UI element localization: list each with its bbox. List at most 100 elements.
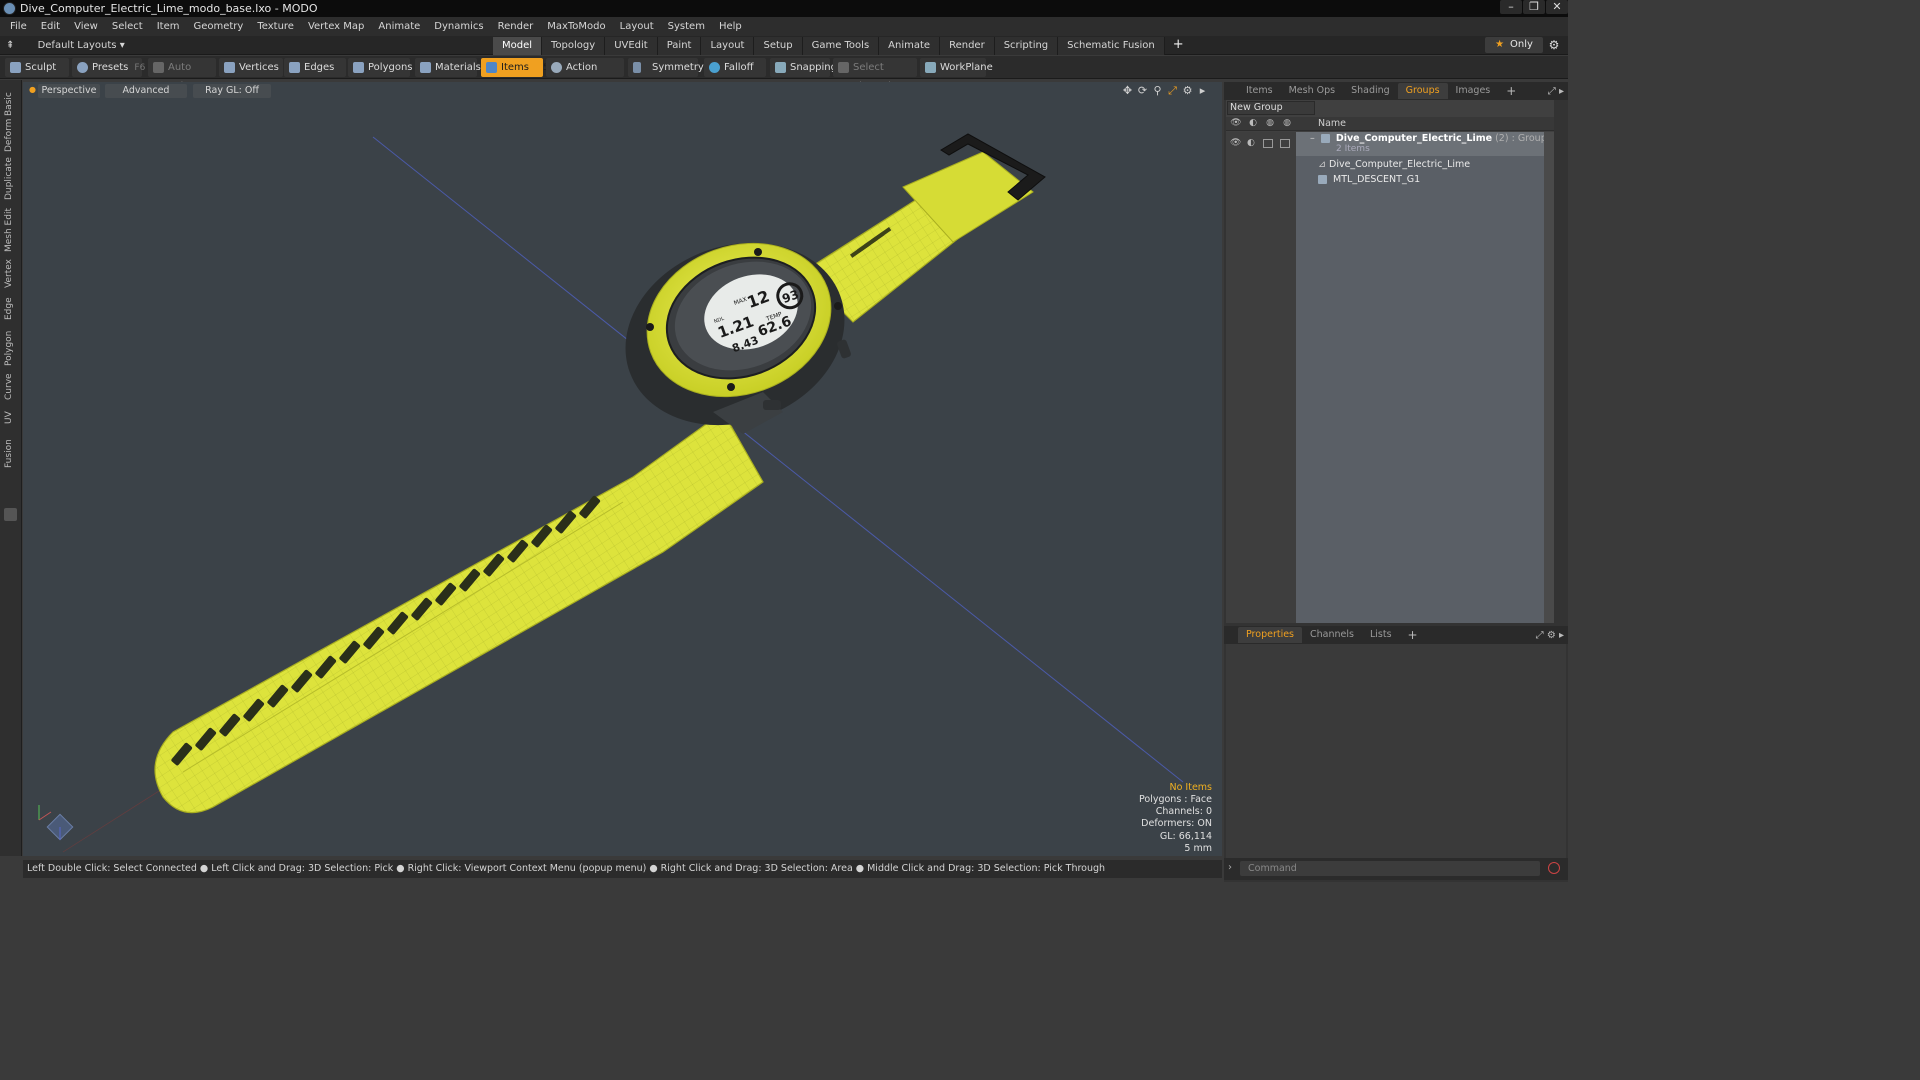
menu-texture[interactable]: Texture: [250, 17, 301, 36]
tab-scripting[interactable]: Scripting: [994, 37, 1059, 55]
maximize-button[interactable]: ❐: [1523, 0, 1545, 14]
menu-animate[interactable]: Animate: [371, 17, 427, 36]
move-view-icon[interactable]: ✥: [1120, 84, 1135, 98]
panel-expand-icon[interactable]: ⤢ ▸: [1548, 86, 1564, 97]
viewport-info: No Items Polygons : Face Channels: 0 Def…: [1139, 782, 1212, 855]
visibility-column-icon[interactable]: 👁: [1230, 118, 1242, 129]
auto-select-button[interactable]: Auto Select: [148, 58, 216, 92]
vertices-button[interactable]: Vertices1: [219, 58, 291, 77]
edges-icon: [289, 62, 300, 73]
tab-properties[interactable]: Properties: [1238, 627, 1303, 643]
panel-toggle-button[interactable]: [4, 508, 17, 521]
scene-canvas[interactable]: MAX 12 1.21 TEMP 62.6 8.43 93 NDL: [23, 82, 1222, 856]
menu-dynamics[interactable]: Dynamics: [427, 17, 490, 36]
workplane-button[interactable]: WorkPlane: [920, 58, 993, 77]
tab-model[interactable]: Model: [493, 37, 543, 55]
material-icon: [1318, 175, 1327, 184]
tab-images[interactable]: Images: [1448, 83, 1499, 99]
zoom-view-icon[interactable]: ⚲: [1150, 84, 1165, 98]
menu-vertex-map[interactable]: Vertex Map: [301, 17, 371, 36]
tree-item-material[interactable]: MTL_DESCENT_G1: [1296, 173, 1554, 187]
add-panel-tab-button[interactable]: +: [1498, 83, 1524, 99]
record-icon[interactable]: [1548, 862, 1560, 874]
command-arrow-icon[interactable]: ›: [1228, 862, 1232, 873]
menu-render[interactable]: Render: [491, 17, 541, 36]
tab-channels[interactable]: Channels: [1302, 627, 1362, 643]
group-render-toggle[interactable]: ◐: [1247, 138, 1255, 148]
tab-shading[interactable]: Shading: [1343, 83, 1398, 99]
menu-maxtomodo[interactable]: MaxToModo: [540, 17, 612, 36]
3d-viewport[interactable]: MAX 12 1.21 TEMP 62.6 8.43 93 NDL ● Pers…: [23, 82, 1222, 856]
add-tab-button[interactable]: +: [1165, 36, 1192, 55]
view-arrow-icon[interactable]: ▸: [1195, 84, 1210, 98]
group-lock-toggle[interactable]: [1263, 139, 1273, 148]
tab-lists[interactable]: Lists: [1362, 627, 1400, 643]
properties-expand-icon[interactable]: ⤢ ⚙ ▸: [1536, 630, 1564, 641]
menu-system[interactable]: System: [661, 17, 712, 36]
select-through-button[interactable]: Select Through: [833, 58, 917, 92]
vtab-uv-label: UV: [4, 411, 14, 424]
viewport-menu-icon[interactable]: ●: [29, 85, 36, 94]
action-center-button[interactable]: Action Center: [546, 58, 624, 92]
menu-layout[interactable]: Layout: [613, 17, 661, 36]
name-column-header[interactable]: Name: [1318, 118, 1346, 129]
group-visibility-toggle[interactable]: 👁: [1230, 138, 1241, 148]
lock-column-icon[interactable]: ◍: [1264, 118, 1276, 129]
items-button[interactable]: Items5: [481, 58, 549, 77]
add-bottom-tab-button[interactable]: +: [1400, 627, 1426, 643]
shading-button[interactable]: Advanced: [105, 84, 187, 98]
tab-animate[interactable]: Animate: [879, 37, 941, 55]
close-button[interactable]: ✕: [1546, 0, 1568, 14]
tab-mesh-ops[interactable]: Mesh Ops: [1281, 83, 1344, 99]
menu-edit[interactable]: Edit: [34, 17, 67, 36]
status-bar: Left Double Click: Select Connected ● Le…: [23, 860, 1222, 878]
tab-schematic-fusion[interactable]: Schematic Fusion: [1058, 37, 1165, 55]
tab-layout[interactable]: Layout: [701, 37, 755, 55]
materials-button[interactable]: Materials: [415, 58, 481, 77]
group-select-toggle[interactable]: [1280, 139, 1290, 148]
command-input[interactable]: Command: [1240, 861, 1540, 876]
layout-selector[interactable]: ⇞ Default Layouts ▾: [6, 36, 125, 55]
tab-topology[interactable]: Topology: [542, 37, 606, 55]
snapping-label: Snapping: [790, 62, 837, 73]
polygons-button[interactable]: Polygons: [348, 58, 413, 77]
menu-item[interactable]: Item: [150, 17, 187, 36]
tab-groups[interactable]: Groups: [1397, 83, 1448, 99]
select-column-icon[interactable]: ◍: [1281, 118, 1293, 129]
vtab-vertex-label: Vertex: [4, 259, 14, 288]
new-group-button[interactable]: New Group: [1227, 101, 1315, 115]
tab-render[interactable]: Render: [940, 37, 995, 55]
minimize-button[interactable]: –: [1500, 0, 1522, 14]
groups-scrollbar[interactable]: [1544, 132, 1554, 623]
tab-paint[interactable]: Paint: [657, 37, 702, 55]
menu-help[interactable]: Help: [712, 17, 749, 36]
falloff-label: Falloff: [724, 62, 754, 73]
sculpt-button[interactable]: Sculpt: [5, 58, 69, 77]
tree-item-mesh[interactable]: ⊿ Dive_Computer_Electric_Lime: [1296, 158, 1554, 172]
workplane-label: WorkPlane: [940, 62, 993, 73]
view-settings-icon[interactable]: ⚙: [1180, 84, 1195, 98]
rotate-view-icon[interactable]: ⟳: [1135, 84, 1150, 98]
vtab-fusion-label: Fusion: [4, 439, 14, 468]
menu-view[interactable]: View: [67, 17, 105, 36]
perspective-button[interactable]: Perspective: [38, 84, 100, 98]
raygl-button[interactable]: Ray GL: Off: [193, 84, 271, 98]
tab-items[interactable]: Items: [1238, 83, 1281, 99]
gear-icon[interactable]: ⚙: [1547, 37, 1561, 53]
menu-geometry[interactable]: Geometry: [186, 17, 250, 36]
only-toggle[interactable]: ★ Only: [1485, 37, 1543, 53]
tab-setup[interactable]: Setup: [754, 37, 803, 55]
menu-select[interactable]: Select: [105, 17, 150, 36]
falloff-button[interactable]: Falloff: [704, 58, 766, 77]
symmetry-button[interactable]: Symmetry: [628, 58, 704, 77]
collapse-icon[interactable]: –: [1310, 133, 1315, 144]
menu-file[interactable]: File: [3, 17, 34, 36]
presets-button[interactable]: Presets F6: [72, 58, 145, 77]
group-row[interactable]: – Dive_Computer_Electric_Lime (2) : Grou…: [1296, 132, 1554, 156]
tab-game-tools[interactable]: Game Tools: [802, 37, 880, 55]
maximize-view-icon[interactable]: ⤢: [1165, 84, 1180, 98]
tab-uvedit[interactable]: UVEdit: [605, 37, 658, 55]
snapping-button[interactable]: Snapping: [770, 58, 837, 77]
edges-button[interactable]: Edges2: [284, 58, 356, 77]
render-column-icon[interactable]: ◐: [1247, 118, 1259, 129]
